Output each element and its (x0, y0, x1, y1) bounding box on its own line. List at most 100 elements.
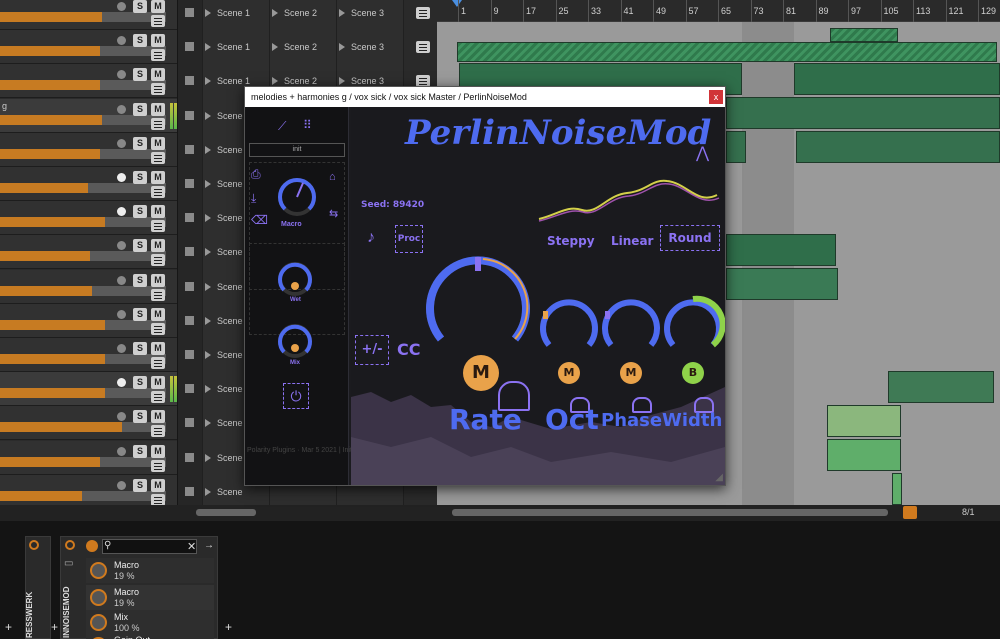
close-button[interactable]: x (709, 90, 723, 104)
record-arm-icon[interactable] (117, 104, 126, 114)
mute-button[interactable]: M (151, 239, 165, 253)
rate-mod-badge[interactable]: M (463, 355, 499, 391)
volume-slider[interactable] (0, 354, 166, 364)
track-menu-icon[interactable] (151, 254, 165, 267)
mute-button[interactable]: M (151, 34, 165, 48)
volume-slider[interactable] (0, 319, 166, 330)
parameter-row[interactable]: Macro 19 % (86, 558, 214, 583)
solo-button[interactable]: S (133, 205, 147, 219)
record-arm-icon[interactable] (117, 446, 126, 456)
mute-button[interactable]: M (151, 171, 165, 184)
delete-icon[interactable]: ⌫ (251, 213, 268, 227)
stop-clip-button[interactable] (185, 486, 194, 496)
record-arm-icon[interactable] (117, 412, 126, 422)
track-header[interactable]: SM (0, 235, 177, 270)
track-header[interactable]: SM (0, 406, 177, 441)
solo-button[interactable]: S (133, 376, 147, 390)
wet-knob[interactable] (275, 259, 315, 299)
parameter-row[interactable]: Macro 19 % (86, 585, 214, 610)
track-menu-icon[interactable] (151, 425, 165, 438)
volume-slider[interactable] (0, 422, 166, 433)
parameter-row[interactable]: Gain Out (86, 633, 214, 639)
scene-slot[interactable]: Scene (205, 282, 243, 292)
solo-button[interactable]: S (133, 342, 147, 355)
scene-slot[interactable]: Scene (205, 213, 243, 223)
track-header[interactable]: SM (0, 303, 177, 338)
mute-button[interactable]: M (151, 376, 165, 390)
mute-button[interactable]: M (151, 410, 165, 424)
plugin-icon[interactable] (86, 540, 98, 552)
track-menu-icon[interactable] (151, 117, 165, 130)
play-icon[interactable] (205, 77, 211, 86)
play-icon[interactable] (339, 43, 345, 52)
parameter-knob[interactable] (90, 589, 107, 606)
volume-slider[interactable] (0, 490, 166, 501)
track-header[interactable]: SM (0, 64, 177, 99)
clip[interactable] (726, 131, 746, 163)
stop-clip-button[interactable] (185, 452, 194, 462)
phase-mod-badge[interactable]: M (620, 362, 642, 384)
track-header[interactable]: SM (0, 132, 177, 167)
phase-knob[interactable] (599, 293, 663, 353)
solo-button[interactable]: S (133, 410, 147, 424)
stop-clip-button[interactable] (185, 42, 194, 52)
play-icon[interactable] (205, 487, 211, 496)
stop-clip-button[interactable] (185, 247, 194, 257)
play-icon[interactable] (205, 282, 211, 291)
add-device-icon[interactable]: + (51, 620, 58, 634)
clip[interactable] (457, 42, 997, 62)
track-menu-icon[interactable] (151, 288, 165, 301)
stop-clip-button[interactable] (185, 144, 194, 154)
clip[interactable] (726, 268, 838, 300)
scene-slot[interactable]: Scene (205, 487, 243, 497)
stop-clip-button[interactable] (185, 179, 194, 188)
download-icon[interactable]: ⤓ (251, 191, 256, 206)
track-menu-icon[interactable] (151, 357, 165, 369)
resize-handle[interactable]: ◢ (715, 472, 723, 483)
scene-slot[interactable]: Scene (205, 316, 243, 326)
record-arm-icon[interactable] (117, 2, 126, 11)
lock-icon[interactable]: ⌂ (329, 171, 336, 183)
cc-button[interactable]: CC (397, 340, 420, 359)
record-arm-icon[interactable] (117, 173, 126, 182)
track-menu-icon[interactable] (151, 493, 165, 506)
oct-mod-badge[interactable]: M (558, 362, 580, 384)
volume-slider[interactable] (0, 217, 166, 228)
solo-button[interactable]: S (133, 273, 147, 287)
play-icon[interactable] (205, 43, 211, 52)
track-menu-icon[interactable] (151, 49, 165, 62)
solo-button[interactable]: S (133, 102, 147, 116)
mode-steppy[interactable]: Steppy (547, 234, 595, 248)
solo-button[interactable]: S (133, 0, 147, 13)
track-header[interactable]: SM (0, 269, 177, 304)
save-icon[interactable]: ⎙ (251, 167, 261, 182)
mute-button[interactable]: M (151, 444, 165, 458)
track-menu-icon[interactable] (151, 220, 165, 233)
track-header[interactable]: SM (0, 0, 177, 30)
track-header[interactable]: SM (0, 30, 177, 65)
oct-knob[interactable] (537, 293, 601, 353)
scene-slot[interactable]: Scene 3 (339, 8, 384, 18)
record-arm-icon[interactable] (117, 241, 126, 251)
scene-slot[interactable]: Scene (205, 350, 243, 360)
stop-clip-button[interactable] (185, 8, 194, 17)
record-arm-icon[interactable] (117, 275, 126, 285)
clip[interactable] (888, 371, 994, 403)
play-icon[interactable] (205, 111, 211, 120)
play-icon[interactable] (272, 9, 278, 17)
stop-clip-button[interactable] (185, 281, 194, 291)
play-icon[interactable] (205, 180, 211, 188)
add-device-icon[interactable]: + (5, 620, 12, 634)
grid-icon[interactable]: ⠿ (303, 118, 312, 132)
scene-slot[interactable]: Scene 3 (339, 76, 384, 86)
scene-slot[interactable]: Scene 3 (339, 42, 384, 52)
mute-button[interactable]: M (151, 307, 165, 321)
track-header[interactable]: SM (0, 338, 177, 372)
play-icon[interactable] (272, 77, 278, 86)
solo-button[interactable]: S (133, 171, 147, 184)
width-knob[interactable] (661, 293, 725, 353)
play-icon[interactable] (205, 453, 211, 462)
plugin-window[interactable]: melodies + harmonies g / vox sick / vox … (244, 86, 726, 486)
arranger-scrollbar[interactable] (452, 509, 888, 516)
volume-slider[interactable] (0, 456, 166, 467)
